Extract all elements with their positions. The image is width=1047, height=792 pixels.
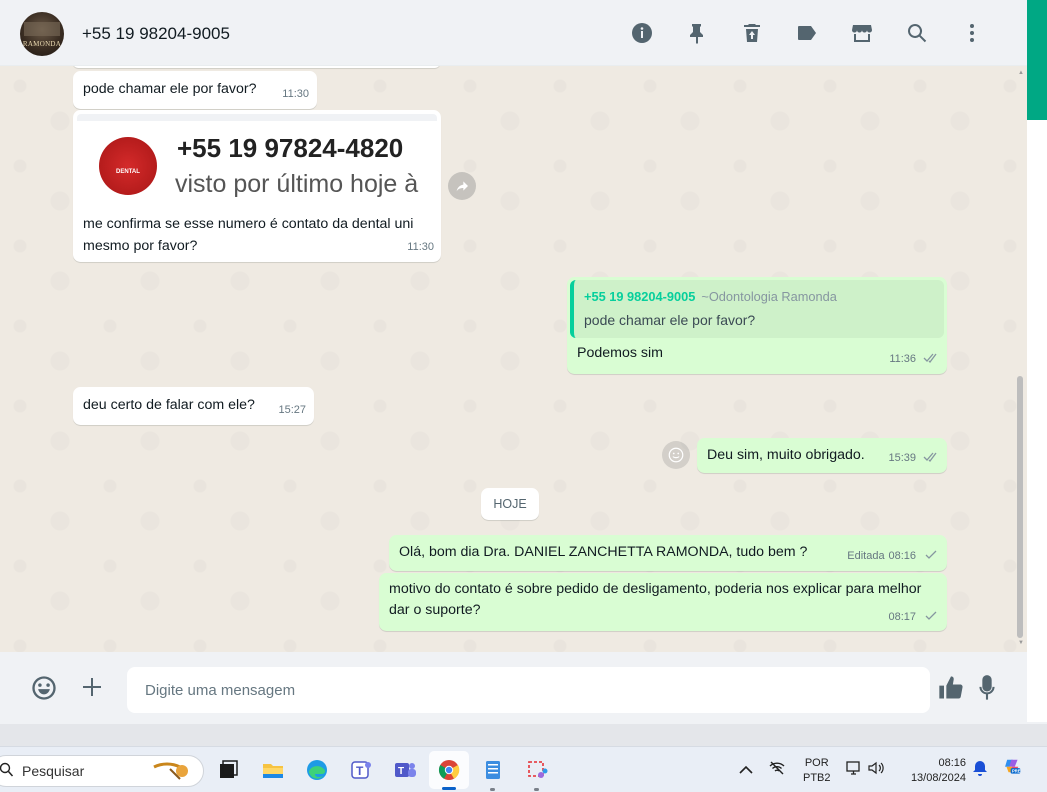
active-app-indicator xyxy=(442,787,456,790)
language-code: POR xyxy=(804,757,829,769)
preview-last-seen: visto por último hoje à xyxy=(175,170,419,198)
search-icon[interactable] xyxy=(889,16,944,50)
message-outgoing[interactable]: Deu sim, muito obrigado. 15:39 xyxy=(697,438,947,473)
input-language-indicator[interactable]: POR PTB2 xyxy=(803,756,831,786)
reaction-emoji-icon[interactable] xyxy=(662,441,690,469)
sent-tick-icon xyxy=(923,607,939,620)
message-incoming[interactable]: deu certo de falar com ele? 15:27 xyxy=(73,387,314,425)
read-ticks-icon xyxy=(923,349,939,363)
message-meta: 08:17 xyxy=(889,606,939,628)
search-icon xyxy=(0,762,14,778)
message-text: Podemos sim xyxy=(577,345,663,361)
contact-name[interactable]: +55 19 98204-9005 xyxy=(82,24,230,44)
microphone-icon[interactable] xyxy=(977,674,997,702)
message-composer xyxy=(0,652,1027,724)
thumbs-up-icon[interactable] xyxy=(937,674,965,702)
teams-classic-icon[interactable]: T xyxy=(346,755,376,785)
message-text: deu certo de falar com ele? xyxy=(83,397,255,413)
message-incoming-image[interactable]: DENTAL +55 19 97824-4820 visto por últim… xyxy=(73,110,441,262)
display-icon[interactable] xyxy=(845,759,863,780)
read-ticks-icon xyxy=(923,448,939,462)
message-time: 15:27 xyxy=(278,404,306,416)
edge-browser-icon[interactable] xyxy=(302,755,332,785)
message-time: 08:16 xyxy=(888,550,917,562)
clock-date: 13/08/2024 xyxy=(910,772,966,784)
chat-header: RAMONDA +55 19 98204-9005 xyxy=(0,0,1027,66)
file-explorer-icon[interactable] xyxy=(258,755,288,785)
message-outgoing-reply[interactable]: +55 19 98204-9005 ~Odontologia Ramonda po… xyxy=(567,277,947,374)
edited-label: Editada xyxy=(847,550,885,562)
dental-logo: DENTAL xyxy=(99,137,157,195)
desktop-strip xyxy=(0,724,1047,746)
taskbar-search-placeholder: Pesquisar xyxy=(22,763,85,779)
message-list[interactable]: ▲ ▼ pode chamar ele por favor? 11:30 DEN… xyxy=(0,66,1027,652)
running-app-indicator xyxy=(490,788,495,791)
snipping-tool-icon[interactable] xyxy=(522,755,552,785)
message-meta: Editada 08:16 xyxy=(847,545,939,567)
copilot-badge: PRE xyxy=(1012,769,1021,774)
pin-icon[interactable] xyxy=(669,16,724,50)
message-input[interactable] xyxy=(127,667,930,713)
right-panel-edge xyxy=(1027,0,1047,722)
quoted-text: pode chamar ele por favor? xyxy=(584,312,756,328)
message-bubble-partial xyxy=(73,66,440,68)
quoted-push-name: ~Odontologia Ramonda xyxy=(701,289,837,304)
accent-strip xyxy=(1027,0,1047,120)
message-time: 11:30 xyxy=(407,241,434,253)
delete-icon[interactable] xyxy=(724,16,779,50)
copilot-icon[interactable]: PRE xyxy=(1003,757,1021,778)
running-app-indicator xyxy=(534,788,539,791)
clock-time: 08:16 xyxy=(938,757,966,769)
logo-text: DENTAL xyxy=(116,169,140,175)
network-disconnected-icon[interactable] xyxy=(768,759,786,780)
attach-plus-icon[interactable] xyxy=(80,675,104,699)
message-outgoing[interactable]: motivo do contato é sobre pedido de desl… xyxy=(379,573,947,631)
volume-icon[interactable] xyxy=(867,759,885,780)
avatar-image xyxy=(24,22,60,36)
keyboard-layout: PTB2 xyxy=(803,772,831,784)
svg-text:T: T xyxy=(356,764,364,778)
sent-tick-icon xyxy=(923,546,939,559)
windows-taskbar: Pesquisar T T POR PTB2 08:16 13/08/2024 … xyxy=(0,746,1047,792)
notepad-icon[interactable] xyxy=(478,755,508,785)
info-icon[interactable] xyxy=(614,16,669,50)
task-view-icon[interactable] xyxy=(213,755,243,785)
forward-icon[interactable] xyxy=(448,172,476,200)
menu-icon[interactable] xyxy=(944,16,999,50)
scroll-up-arrow[interactable]: ▲ xyxy=(1018,70,1024,76)
message-text: motivo do contato é sobre pedido de desl… xyxy=(389,581,922,618)
header-actions xyxy=(614,16,999,50)
search-highlight-art-icon xyxy=(150,757,200,785)
message-text: Olá, bom dia Dra. DANIEL ZANCHETTA RAMON… xyxy=(399,544,808,560)
message-time: 08:17 xyxy=(888,611,917,623)
preview-phone-number: +55 19 97824-4820 xyxy=(177,133,404,163)
message-time: 11:30 xyxy=(282,88,309,100)
svg-text:T: T xyxy=(398,766,404,777)
system-clock[interactable]: 08:16 13/08/2024 xyxy=(902,756,966,786)
avatar-label: RAMONDA xyxy=(22,40,62,48)
scroll-down-arrow[interactable]: ▼ xyxy=(1018,640,1024,646)
message-text: me confirma se esse numero é contato da … xyxy=(83,216,414,254)
message-time: 11:36 xyxy=(889,353,917,365)
scrollbar-thumb[interactable] xyxy=(1017,376,1023,638)
message-meta: 11:36 xyxy=(889,348,939,370)
image-preview[interactable]: DENTAL +55 19 97824-4820 visto por últim… xyxy=(77,114,437,206)
quoted-message[interactable]: +55 19 98204-9005 ~Odontologia Ramonda po… xyxy=(570,280,944,338)
contact-avatar[interactable]: RAMONDA xyxy=(20,12,64,56)
message-text: pode chamar ele por favor? xyxy=(83,81,257,97)
notification-bell-icon[interactable] xyxy=(971,759,989,780)
teams-icon[interactable]: T xyxy=(390,755,420,785)
emoji-icon[interactable] xyxy=(30,674,58,702)
message-incoming[interactable]: pode chamar ele por favor? 11:30 xyxy=(73,71,317,109)
message-outgoing[interactable]: Olá, bom dia Dra. DANIEL ZANCHETTA RAMON… xyxy=(389,535,947,571)
catalog-icon[interactable] xyxy=(834,16,889,50)
message-time: 15:39 xyxy=(888,452,917,464)
date-divider: HOJE xyxy=(481,488,539,520)
label-icon[interactable] xyxy=(779,16,834,50)
message-meta: 15:39 xyxy=(889,447,939,469)
chrome-icon[interactable] xyxy=(429,751,469,789)
show-hidden-icons-chevron-icon[interactable] xyxy=(737,761,755,782)
message-text: Deu sim, muito obrigado. xyxy=(707,447,865,463)
quoted-author: +55 19 98204-9005 xyxy=(584,289,696,304)
